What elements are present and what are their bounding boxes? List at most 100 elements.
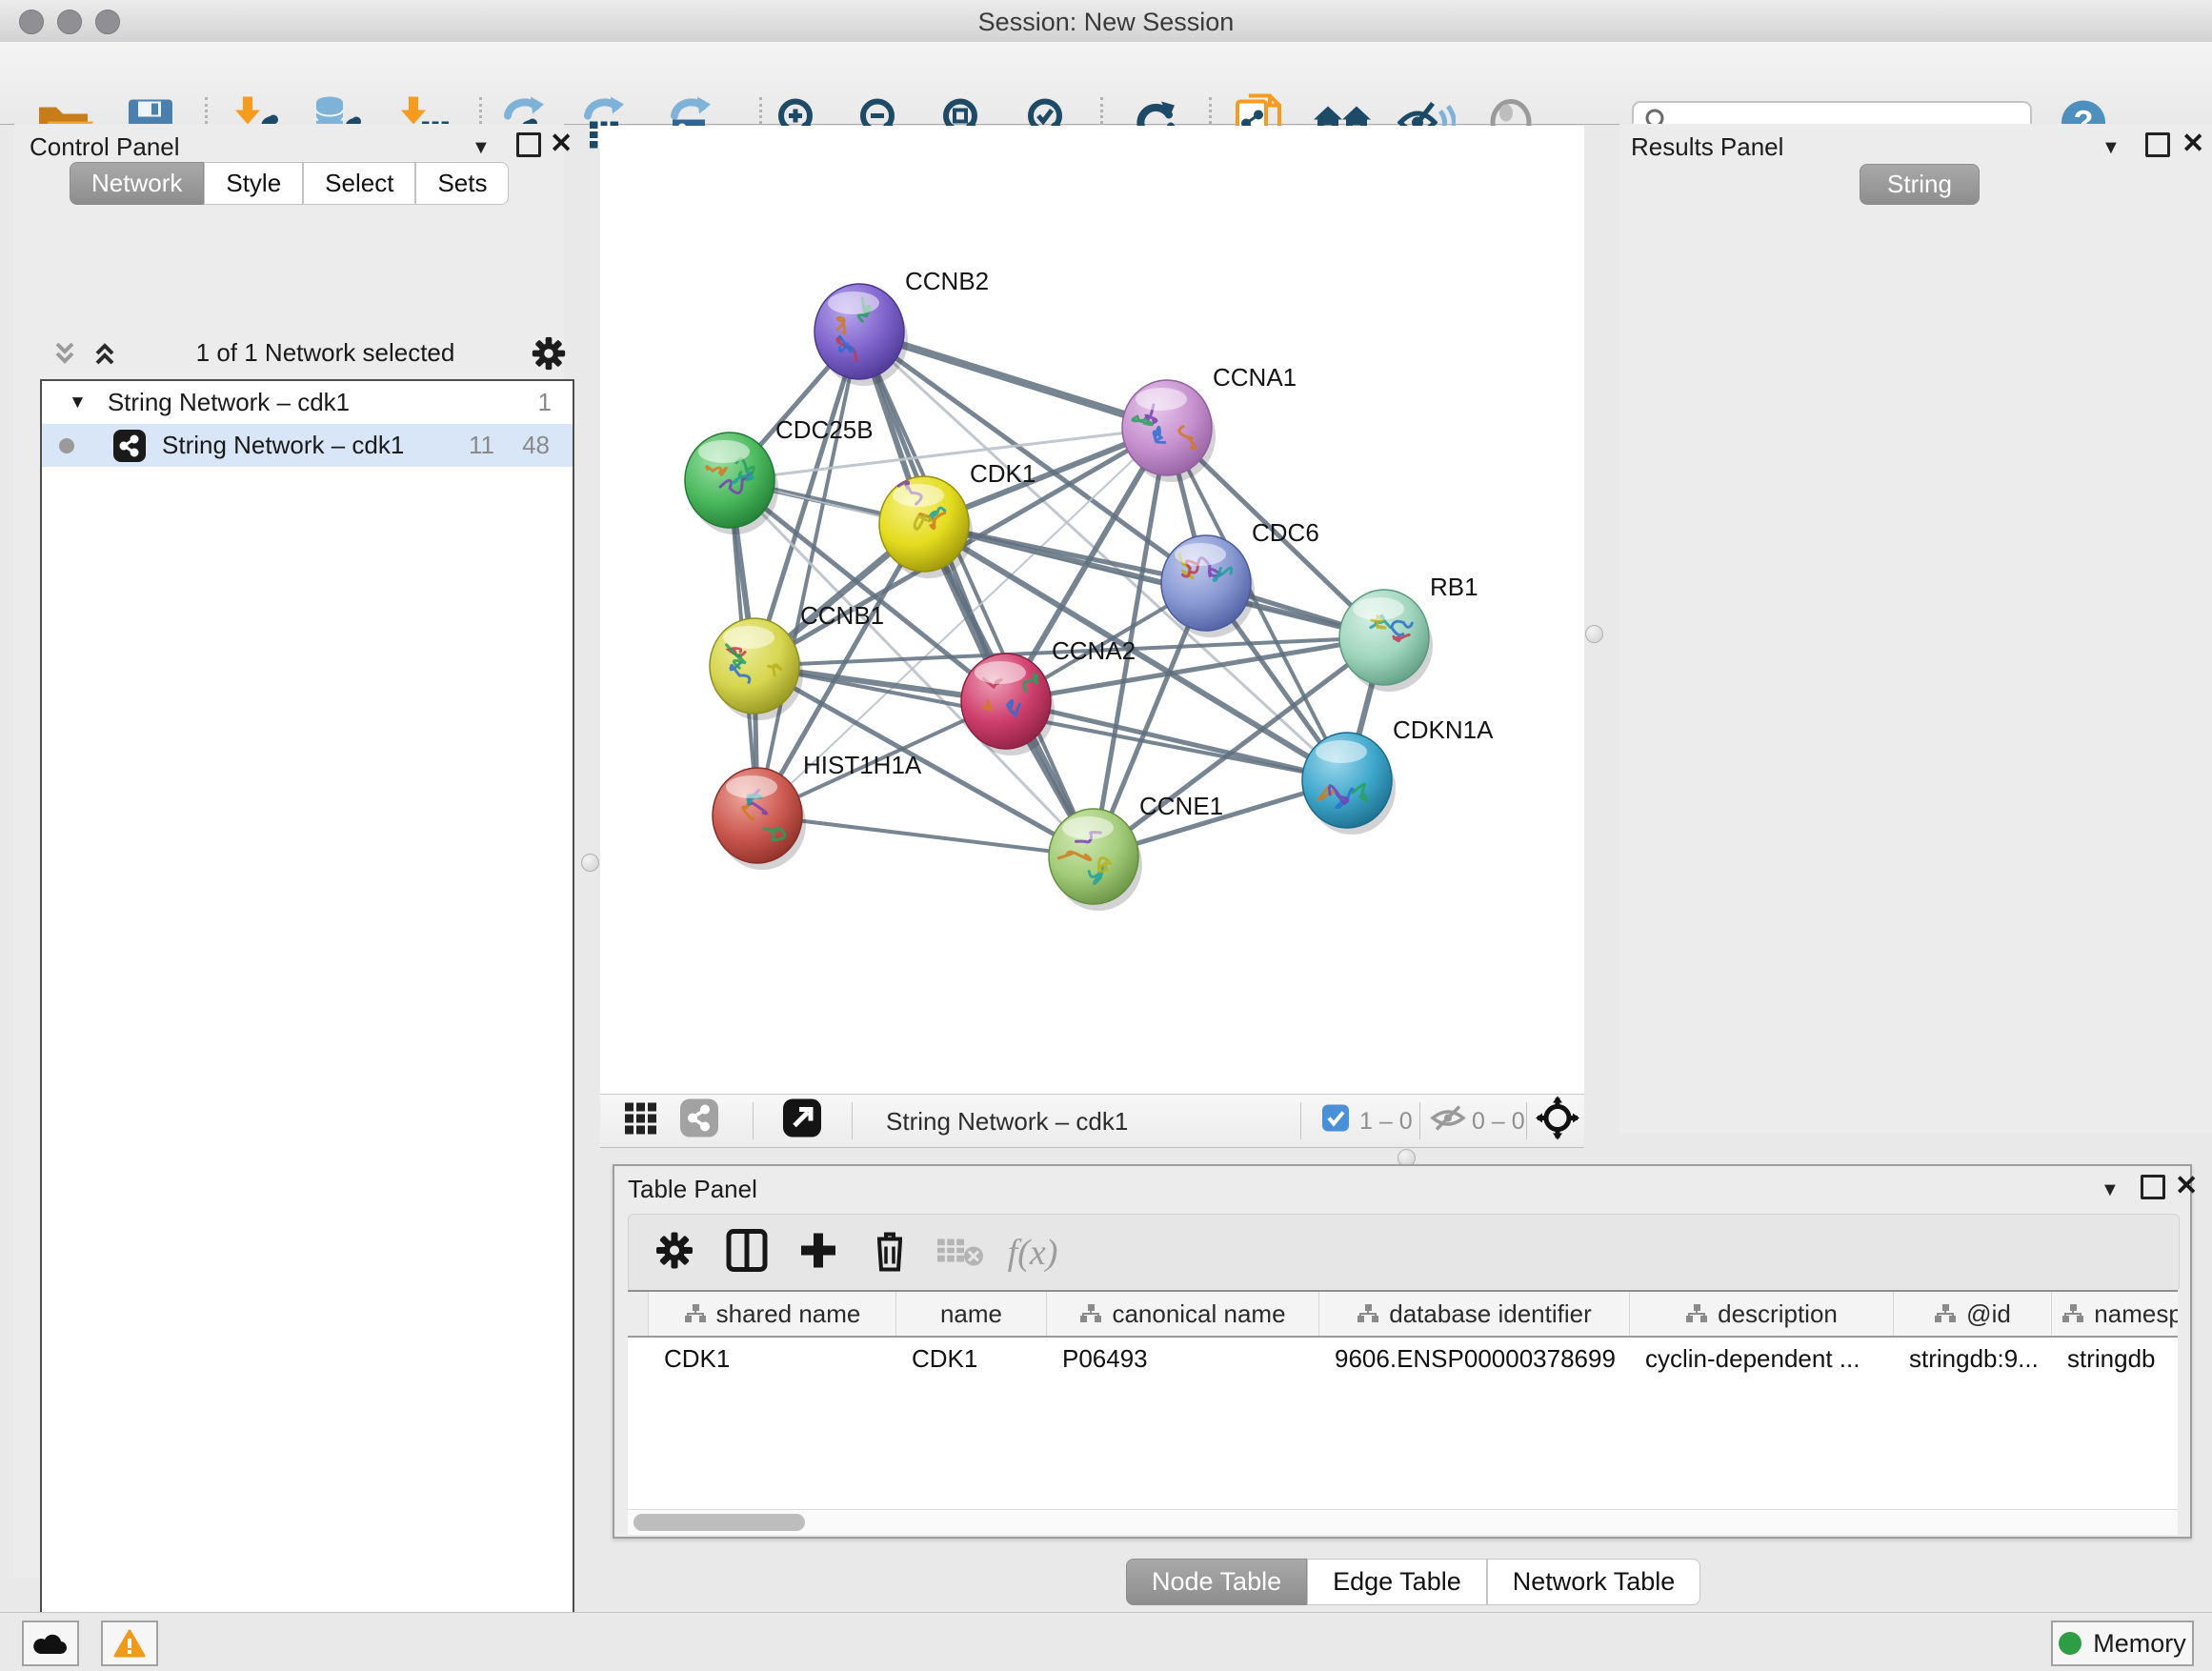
collection-expander-icon[interactable]: ▼ <box>69 393 87 413</box>
results-panel-float-icon[interactable] <box>2145 132 2170 157</box>
toolbar-separator <box>852 1102 853 1139</box>
cytoscape-window: Session: New Session <box>0 0 2212 1671</box>
add-column-icon[interactable] <box>798 1231 838 1276</box>
cloud-button[interactable] <box>22 1621 79 1666</box>
delete-column-icon[interactable] <box>870 1228 910 1278</box>
network-node-cdkn1a[interactable]: CDKN1A <box>1302 715 1494 835</box>
warning-button[interactable] <box>101 1621 158 1666</box>
table-hscroll-thumb[interactable] <box>633 1514 805 1531</box>
node-label: CCNA2 <box>1052 636 1136 665</box>
table-hscrollbar[interactable] <box>628 1509 2178 1535</box>
control-panel-float-icon[interactable] <box>516 132 541 157</box>
network-node-hist1h1a[interactable]: HIST1H1A <box>713 751 922 870</box>
network-edge[interactable] <box>1006 701 1347 780</box>
right-splitter-handle[interactable] <box>1585 625 1603 643</box>
column-header-database-identifier[interactable]: database identifier <box>1319 1292 1630 1336</box>
results-panel-close-icon[interactable]: ✕ <box>2182 127 2204 160</box>
memory-label: Memory <box>2093 1629 2186 1659</box>
control-panel-tabs: NetworkStyleSelectSets <box>70 162 509 205</box>
network-node-rb1[interactable]: RB1 <box>1339 573 1478 692</box>
node-count: 11 <box>469 431 494 460</box>
fit-selected-crosshair-icon[interactable] <box>1536 1097 1579 1145</box>
network-node-ccnb2[interactable]: CCNB2 <box>814 267 989 386</box>
network-edge[interactable] <box>757 815 1094 856</box>
network-node-ccna1[interactable]: CCNA1 <box>1122 363 1297 482</box>
network-canvas[interactable]: CCNB2CCNA1CDC25BCDK1CDC6RB1CCNB1CCNA2CDK… <box>600 126 1584 1094</box>
show-columns-icon[interactable] <box>726 1229 768 1278</box>
selected-counts: 1 – 0 <box>1359 1108 1413 1136</box>
birds-eye-view-icon[interactable] <box>623 1101 657 1140</box>
table-row[interactable]: CDK1CDK1P064939606.ENSP00000378699cyclin… <box>628 1338 2178 1379</box>
network-status-dot <box>59 438 74 453</box>
table-panel-menu-icon[interactable]: ▼ <box>2101 1179 2120 1201</box>
gear-icon[interactable] <box>529 333 569 373</box>
table-settings-gear-icon[interactable] <box>654 1230 695 1277</box>
network-badge-gray-icon[interactable] <box>679 1098 719 1143</box>
hidden-eye-icon[interactable] <box>1430 1103 1466 1138</box>
table-cell[interactable]: CDK1 <box>896 1344 1047 1374</box>
table-cell[interactable]: CDK1 <box>649 1344 896 1374</box>
function-builder-icon: f(x) <box>1008 1232 1058 1274</box>
cloud-icon <box>32 1631 69 1656</box>
tab-select[interactable]: Select <box>303 162 415 205</box>
tab-sets[interactable]: Sets <box>415 162 509 205</box>
table-panel-close-icon[interactable]: ✕ <box>2175 1169 2198 1202</box>
table-cell[interactable]: P06493 <box>1047 1344 1319 1374</box>
tab-style[interactable]: Style <box>204 162 303 205</box>
network-node-cdc6[interactable]: CDC6 <box>1161 518 1319 637</box>
tab-edge-table[interactable]: Edge Table <box>1307 1559 1487 1605</box>
table-cell[interactable]: stringdb <box>2052 1344 2178 1374</box>
expand-all-icon[interactable] <box>90 339 122 368</box>
hierarchy-icon <box>1685 1303 1708 1324</box>
hierarchy-icon <box>1357 1303 1379 1324</box>
collection-label: String Network – cdk1 <box>108 388 350 417</box>
network-badge-icon <box>112 429 147 463</box>
left-splitter-handle[interactable] <box>581 854 599 872</box>
collapse-all-icon[interactable] <box>50 339 82 368</box>
table-header-row: shared namename canonical name database id… <box>628 1292 2178 1338</box>
tab-network-table[interactable]: Network Table <box>1487 1559 1701 1605</box>
column-header-canonical-name[interactable]: canonical name <box>1047 1292 1319 1336</box>
edge-count: 48 <box>522 431 550 460</box>
node-label: CDC6 <box>1252 518 1319 547</box>
node-label: CDC25B <box>775 415 874 444</box>
column-header-label: description <box>1718 1299 1838 1329</box>
network-collection-row[interactable]: ▼ String Network – cdk1 1 <box>42 381 573 424</box>
table-panel: Table Panel ▼ ✕ f(x) shared namenamecano… <box>613 1164 2192 1539</box>
network-node-ccne1[interactable]: CCNE1 <box>1049 792 1223 911</box>
network-row-label: String Network – cdk1 <box>162 431 404 460</box>
tab-network[interactable]: Network <box>70 162 204 205</box>
network-row-selected[interactable]: String Network – cdk1 11 48 <box>42 424 573 467</box>
column-header-namespace[interactable]: namespace <box>2052 1292 2178 1336</box>
column-header-name[interactable]: name <box>896 1292 1047 1336</box>
main-toolbar: ? <box>0 42 2212 125</box>
column-header-description[interactable]: description <box>1630 1292 1894 1336</box>
column-header--id[interactable]: @id <box>1894 1292 2052 1336</box>
node-label: CCNB2 <box>905 267 989 295</box>
control-panel-menu-icon[interactable]: ▼ <box>472 137 491 159</box>
column-header-shared-name[interactable]: shared name <box>649 1292 896 1336</box>
table-panel-float-icon[interactable] <box>2141 1175 2165 1199</box>
network-graph[interactable]: CCNB2CCNA1CDC25BCDK1CDC6RB1CCNB1CCNA2CDK… <box>600 126 1584 1094</box>
column-header-label: canonical name <box>1112 1299 1285 1329</box>
table-cell[interactable]: stringdb:9... <box>1894 1344 2052 1374</box>
window-title: Session: New Session <box>0 8 2212 37</box>
toolbar-separator <box>1300 1102 1301 1139</box>
selected-checkbox-icon[interactable] <box>1321 1104 1350 1137</box>
table-gutter <box>628 1292 649 1336</box>
control-panel-close-icon[interactable]: ✕ <box>550 127 573 160</box>
node-label: CCNE1 <box>1139 792 1223 820</box>
results-panel-menu-icon[interactable]: ▼ <box>2101 137 2121 159</box>
hierarchy-icon <box>2061 1303 2084 1324</box>
memory-button[interactable]: Memory <box>2051 1621 2194 1666</box>
table-cell[interactable]: 9606.ENSP00000378699 <box>1319 1344 1630 1374</box>
tab-string[interactable]: String <box>1860 164 1980 205</box>
table-cell[interactable]: cyclin-dependent ... <box>1630 1344 1894 1374</box>
tab-node-table[interactable]: Node Table <box>1126 1559 1307 1605</box>
export-view-icon[interactable] <box>782 1098 822 1143</box>
column-header-label: @id <box>1966 1299 2011 1329</box>
hierarchy-icon <box>1934 1303 1957 1324</box>
column-header-label: database identifier <box>1389 1299 1591 1329</box>
control-panel-title: Control Panel <box>30 132 180 162</box>
column-header-label: namespace <box>2094 1299 2178 1329</box>
